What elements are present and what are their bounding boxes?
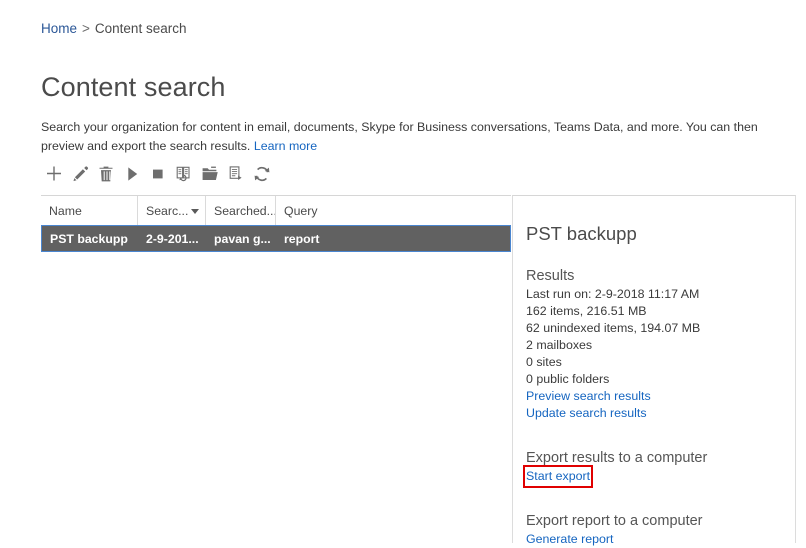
results-heading: Results [526, 266, 795, 286]
column-header-searched-by-label: Searched... [214, 204, 275, 218]
cell-searched-by: pavan g... [206, 232, 276, 246]
learn-more-link[interactable]: Learn more [254, 139, 317, 153]
page-title: Content search [41, 70, 226, 104]
column-header-name[interactable]: Name [41, 196, 137, 225]
new-search-icon[interactable] [41, 161, 67, 187]
column-header-query[interactable]: Query [275, 196, 511, 225]
start-export-link[interactable]: Start export [526, 468, 590, 485]
column-header-searched-label: Searc... [146, 204, 188, 218]
refresh-icon[interactable] [249, 161, 275, 187]
start-icon[interactable] [119, 161, 145, 187]
edit-icon[interactable] [67, 161, 93, 187]
table-body: PST backupp 2-9-201... pavan g... report [41, 225, 511, 252]
public-folders-count-text: 0 public folders [526, 371, 795, 388]
preview-results-icon[interactable] [171, 161, 197, 187]
export-report-icon[interactable] [223, 161, 249, 187]
preview-search-results-link[interactable]: Preview search results [526, 388, 651, 405]
page-description-text: Search your organization for content in … [41, 120, 758, 153]
cell-name: PST backupp [42, 232, 138, 246]
column-header-query-label: Query [284, 204, 318, 218]
sort-descending-icon[interactable] [191, 209, 199, 214]
stop-icon[interactable] [145, 161, 171, 187]
export-report-block: Export report to a computer Generate rep… [526, 511, 795, 548]
export-results-heading: Export results to a computer [526, 448, 795, 468]
cell-query: report [276, 232, 510, 246]
delete-icon[interactable] [93, 161, 119, 187]
update-search-results-link[interactable]: Update search results [526, 405, 647, 422]
column-header-searched[interactable]: Searc... [137, 196, 205, 225]
mailboxes-count-text: 2 mailboxes [526, 337, 795, 354]
breadcrumb-home-link[interactable]: Home [41, 21, 77, 36]
search-results-table: Name Searc... Searched... Query PST back… [41, 195, 511, 252]
generate-report-link[interactable]: Generate report [526, 531, 613, 548]
column-header-searched-by[interactable]: Searched... [205, 196, 275, 225]
search-detail-panel: PST backupp Results Last run on: 2-9-201… [512, 195, 796, 543]
command-toolbar [41, 160, 275, 188]
page-description: Search your organization for content in … [41, 118, 796, 156]
cell-searched-date: 2-9-201... [138, 232, 206, 246]
sites-count-text: 0 sites [526, 354, 795, 371]
breadcrumb-separator: > [82, 21, 90, 36]
export-results-icon[interactable] [197, 161, 223, 187]
column-header-name-label: Name [49, 204, 82, 218]
table-row[interactable]: PST backupp 2-9-201... pavan g... report [41, 225, 511, 252]
breadcrumb: Home > Content search [41, 20, 186, 38]
table-header-row: Name Searc... Searched... Query [41, 195, 511, 225]
export-report-heading: Export report to a computer [526, 511, 795, 531]
export-results-block: Export results to a computer Start expor… [526, 448, 795, 485]
unindexed-items-text: 62 unindexed items, 194.07 MB [526, 320, 795, 337]
last-run-text: Last run on: 2-9-2018 11:17 AM [526, 286, 795, 303]
items-count-text: 162 items, 216.51 MB [526, 303, 795, 320]
breadcrumb-current: Content search [95, 21, 187, 36]
detail-title: PST backupp [526, 222, 795, 246]
